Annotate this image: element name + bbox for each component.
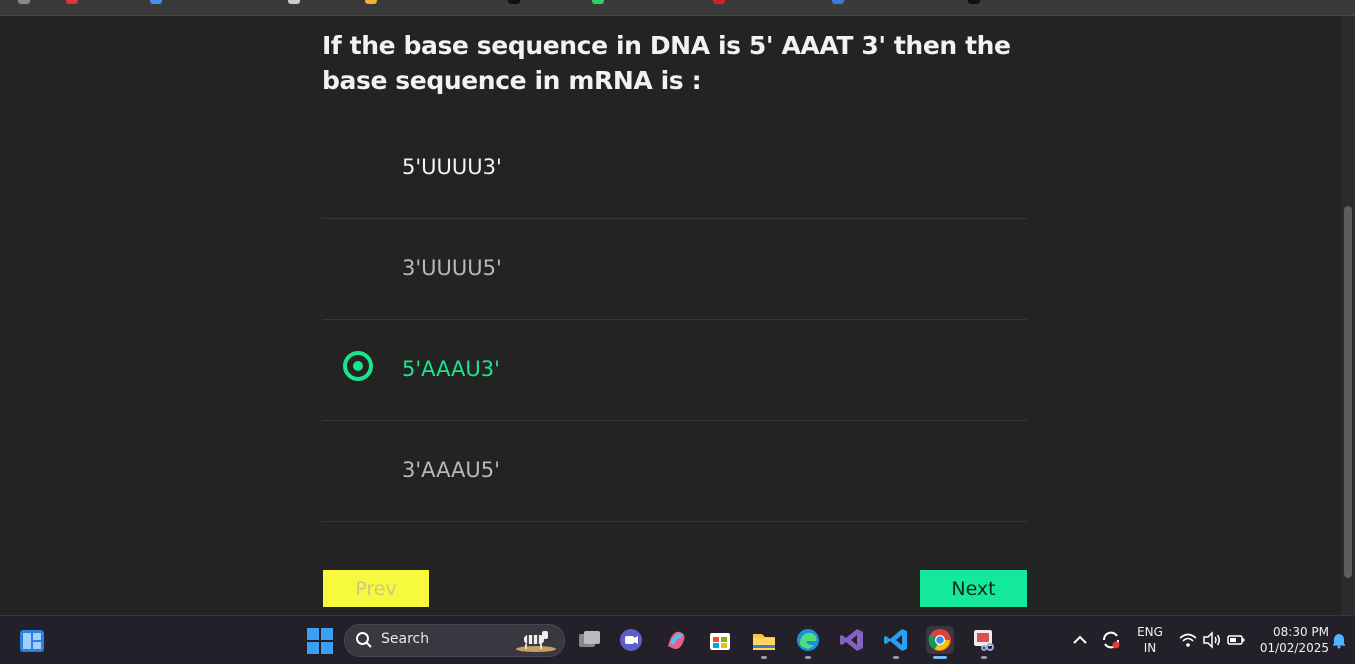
sync-icon[interactable] bbox=[1099, 628, 1123, 652]
answer-option-4[interactable]: 3'AAAU5' bbox=[322, 421, 1027, 522]
chrome-icon[interactable] bbox=[926, 626, 954, 654]
task-view-icon[interactable] bbox=[575, 626, 603, 654]
option-label: 5'AAAU3' bbox=[402, 357, 500, 381]
wifi-icon[interactable] bbox=[1178, 630, 1198, 650]
taskbar: Search ENG IN 08:30 PM 01/02/2025 bbox=[0, 615, 1355, 664]
bookmark-icon[interactable] bbox=[365, 0, 377, 4]
radio-button[interactable] bbox=[343, 452, 373, 482]
search-placeholder: Search bbox=[381, 631, 430, 647]
bookmark-icon[interactable] bbox=[508, 0, 520, 4]
bookmark-icon[interactable] bbox=[66, 0, 78, 4]
language-code: ENG bbox=[1137, 625, 1163, 639]
running-indicator bbox=[893, 656, 899, 659]
widgets-icon[interactable] bbox=[19, 628, 45, 654]
radio-button[interactable] bbox=[343, 149, 373, 179]
vscode-icon[interactable] bbox=[882, 626, 910, 654]
answer-option-3[interactable]: 5'AAAU3' bbox=[322, 320, 1027, 421]
radio-button[interactable] bbox=[343, 250, 373, 280]
copilot-icon[interactable] bbox=[662, 626, 690, 654]
radio-button-checked[interactable] bbox=[343, 351, 373, 381]
visual-studio-icon[interactable] bbox=[838, 626, 866, 654]
next-button[interactable]: Next bbox=[920, 570, 1027, 607]
answer-option-2[interactable]: 3'UUUU5' bbox=[322, 219, 1027, 320]
battery-icon[interactable] bbox=[1226, 630, 1246, 650]
bookmark-icon[interactable] bbox=[592, 0, 604, 4]
bookmark-icon[interactable] bbox=[713, 0, 725, 4]
bookmark-icon[interactable] bbox=[18, 0, 30, 4]
running-indicator bbox=[805, 656, 811, 659]
windows-start-icon[interactable] bbox=[307, 628, 333, 654]
prev-button[interactable]: Prev bbox=[323, 570, 429, 607]
bookmark-icon[interactable] bbox=[150, 0, 162, 4]
search-icon bbox=[356, 632, 372, 648]
question-text: If the base sequence in DNA is 5' AAAT 3… bbox=[322, 31, 1011, 95]
clock-date: 01/02/2025 bbox=[1259, 641, 1329, 655]
zebra-search-highlight-icon bbox=[516, 631, 556, 652]
notification-bell-icon[interactable] bbox=[1330, 631, 1348, 649]
volume-icon[interactable] bbox=[1202, 630, 1222, 650]
active-app-indicator bbox=[933, 656, 947, 659]
running-indicator bbox=[761, 656, 767, 659]
microsoft-store-icon[interactable] bbox=[706, 626, 734, 654]
option-label: 5'UUUU3' bbox=[402, 155, 502, 179]
clock-time: 08:30 PM bbox=[1273, 625, 1329, 639]
answer-option-1[interactable]: 5'UUUU3' bbox=[322, 118, 1027, 219]
bookmarks-bar bbox=[0, 0, 1355, 16]
scrollbar-thumb[interactable] bbox=[1344, 206, 1352, 578]
region-code: IN bbox=[1143, 641, 1157, 655]
chevron-up-icon[interactable] bbox=[1068, 628, 1092, 652]
bookmark-icon[interactable] bbox=[968, 0, 980, 4]
taskbar-search[interactable]: Search bbox=[344, 624, 565, 657]
option-label: 3'AAAU5' bbox=[402, 458, 500, 482]
teams-chat-icon[interactable] bbox=[617, 626, 645, 654]
clock[interactable]: 08:30 PM 01/02/2025 bbox=[1253, 624, 1329, 656]
language-indicator[interactable]: ENG IN bbox=[1134, 624, 1166, 656]
option-label: 3'UUUU5' bbox=[402, 256, 502, 280]
file-explorer-icon[interactable] bbox=[750, 626, 778, 654]
snipping-tool-icon[interactable] bbox=[970, 626, 998, 654]
bookmark-icon[interactable] bbox=[288, 0, 300, 4]
running-indicator bbox=[981, 656, 987, 659]
page-scrollbar[interactable] bbox=[1341, 16, 1355, 615]
bookmark-icon[interactable] bbox=[832, 0, 844, 4]
edge-browser-icon[interactable] bbox=[794, 626, 822, 654]
